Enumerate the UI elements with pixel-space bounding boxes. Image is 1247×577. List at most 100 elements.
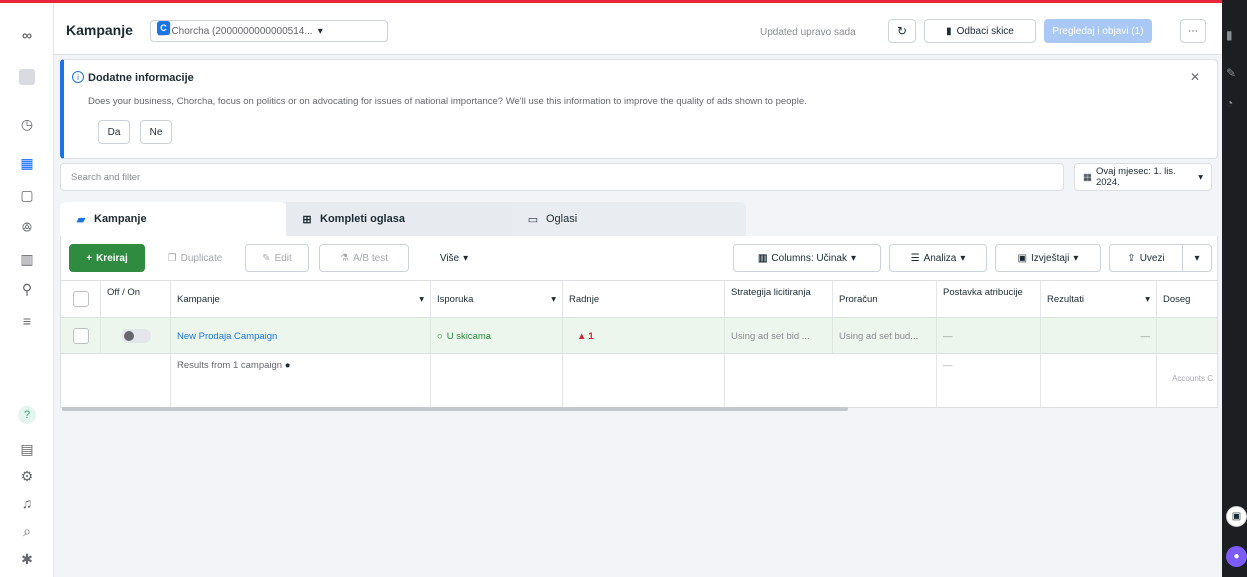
- chevron-down-icon: ▾: [851, 252, 857, 264]
- duplicate-label: Duplicate: [180, 252, 223, 264]
- search-placeholder: Search and filter: [71, 171, 141, 183]
- pages-icon[interactable]: ▢: [17, 185, 37, 205]
- sort-icon: ▾: [1145, 293, 1150, 305]
- header-reach[interactable]: Doseg: [1157, 281, 1217, 318]
- export-button[interactable]: ⇪ Uvezi: [1109, 244, 1183, 272]
- clock-icon[interactable]: ◔: [1226, 96, 1233, 110]
- reports-dropdown[interactable]: ▣ Izvještaji ▾: [995, 244, 1101, 272]
- summary-bid-budget-cell: [725, 354, 937, 407]
- folder-icon: ▰: [76, 213, 86, 226]
- main-content: Kampanje C ▤ Chorcha (2000000000000514..…: [54, 3, 1222, 577]
- summary-delivery-cell: [431, 354, 563, 407]
- more-options-button[interactable]: ⋯: [1180, 19, 1206, 43]
- refresh-icon: ↻: [896, 24, 908, 38]
- info-icon[interactable]: ●: [285, 360, 291, 371]
- results-cell: —: [1041, 318, 1157, 354]
- chat-icon[interactable]: ▣: [1226, 506, 1247, 527]
- chevron-down-icon: ▾: [1194, 252, 1200, 264]
- header-delivery[interactable]: Isporuka ▾: [431, 281, 563, 318]
- audiences-icon[interactable]: ꔮ: [17, 217, 37, 237]
- reach-cell: [1157, 318, 1217, 354]
- events-icon[interactable]: ⚲: [17, 279, 37, 299]
- search-filter-input[interactable]: Search and filter: [60, 163, 1064, 191]
- actions-cell[interactable]: ▲ 1: [563, 318, 725, 354]
- account-badge: C: [157, 21, 171, 35]
- refresh-button[interactable]: ↻: [888, 19, 916, 43]
- horizontal-scrollbar[interactable]: [62, 407, 848, 411]
- sort-icon: ▾: [551, 293, 556, 305]
- export-icon: ⇪: [1127, 252, 1136, 264]
- header-attribution[interactable]: Postavka atribucije: [937, 281, 1041, 318]
- export-options-button[interactable]: ▾: [1182, 244, 1212, 272]
- columns-label: Columns: Učinak: [771, 252, 847, 264]
- menu-icon[interactable]: ≡: [17, 311, 37, 331]
- row-checkbox[interactable]: [72, 328, 89, 344]
- plus-icon: +: [86, 252, 93, 264]
- news-icon[interactable]: ▤: [17, 439, 37, 459]
- chart-icon[interactable]: ▮: [1226, 28, 1233, 42]
- header-onoff[interactable]: Off / On: [101, 281, 171, 318]
- campaign-name-link[interactable]: New Prodaja Campaign: [171, 318, 431, 354]
- header-results[interactable]: Rezultati ▾: [1041, 281, 1157, 318]
- trash-icon: ▮: [946, 25, 952, 37]
- close-icon[interactable]: ✕: [1190, 70, 1200, 84]
- analyze-icon: ☰: [910, 252, 920, 264]
- header-budget[interactable]: Proračun: [833, 281, 937, 318]
- banner-text: Does your business, Chorcha, focus on po…: [88, 96, 807, 107]
- more-label: Više: [439, 252, 460, 264]
- analyze-dropdown[interactable]: ☰ Analiza ▾: [889, 244, 987, 272]
- campaign-toggle[interactable]: [120, 329, 151, 343]
- campaigns-table-icon[interactable]: ▦: [17, 153, 37, 173]
- discard-drafts-button[interactable]: ▮ Odbaci skice: [924, 19, 1036, 43]
- edit-pencil-icon[interactable]: ✎: [1226, 66, 1236, 80]
- business-icon[interactable]: ▥: [17, 249, 37, 269]
- reports-icon: ▣: [1017, 252, 1028, 264]
- tab-ad-sets[interactable]: ⊞ Kompleti oglasa: [286, 202, 512, 236]
- dashboard-icon[interactable]: ◷: [17, 114, 37, 134]
- create-button[interactable]: + Kreiraj: [69, 244, 145, 272]
- more-dropdown[interactable]: Više ▾: [419, 244, 489, 272]
- ab-test-button[interactable]: ⚗ A/B test: [319, 244, 409, 272]
- settings-gear-icon[interactable]: ⚙: [17, 466, 37, 486]
- yes-button[interactable]: Da: [98, 120, 130, 144]
- bug-report-icon[interactable]: ✱: [17, 549, 37, 569]
- account-selector[interactable]: C ▤ Chorcha (2000000000000514... ▾: [150, 20, 388, 42]
- edit-button[interactable]: ✎ Edit: [245, 244, 309, 272]
- banner-title: Dodatne informacije: [88, 72, 194, 84]
- more-icon: ⋯: [1188, 25, 1198, 37]
- summary-attribution-cell: —: [937, 354, 1041, 407]
- pencil-icon: ✎: [262, 252, 271, 264]
- tab-ads[interactable]: ▭ Oglasi: [512, 202, 746, 236]
- page-header: Kampanje C ▤ Chorcha (2000000000000514..…: [54, 3, 1222, 55]
- campaigns-table: Off / On Kampanje ▾ Isporuka ▾ Radnje St…: [60, 280, 1218, 408]
- assistant-icon[interactable]: ●: [1226, 546, 1247, 567]
- header-bid-strategy[interactable]: Strategija licitiranja: [725, 281, 833, 318]
- summary-results-cell: [1041, 354, 1157, 407]
- summary-reach-cell: Accounts C: [1172, 374, 1213, 383]
- account-avatar[interactable]: [17, 67, 37, 87]
- header-campaign[interactable]: Kampanje ▾: [171, 281, 431, 318]
- tab-campaigns-label: Kampanje: [94, 213, 147, 225]
- create-label: Kreiraj: [96, 252, 128, 264]
- no-button[interactable]: Ne: [140, 120, 172, 144]
- columns-dropdown[interactable]: ▥ Columns: Učinak ▾: [733, 244, 881, 272]
- right-side-panel: ▮ ✎ ◔: [1222, 0, 1247, 577]
- chevron-down-icon: ▾: [960, 252, 966, 264]
- tab-ad-sets-label: Kompleti oglasa: [320, 213, 405, 225]
- updated-status: Updated upravo sada: [760, 27, 856, 38]
- select-all-checkbox[interactable]: [72, 291, 89, 307]
- help-icon[interactable]: ?: [17, 405, 37, 425]
- tab-campaigns[interactable]: ▰ Kampanje: [60, 202, 286, 236]
- header-actions[interactable]: Radnje: [563, 281, 725, 318]
- export-label: Uvezi: [1139, 252, 1165, 264]
- duplicate-button[interactable]: ❐ Duplicate: [153, 244, 237, 272]
- summary-row: Results from 1 campaign ● — Accounts C: [61, 354, 1217, 407]
- notifications-bell-icon[interactable]: ♫: [17, 493, 37, 513]
- chevron-down-icon: ▾: [1198, 171, 1203, 183]
- table-row[interactable]: New Prodaja Campaign ○ U skicama ▲ 1 Usi…: [61, 318, 1217, 354]
- review-publish-button[interactable]: Pregledaj i objavi (1): [1044, 19, 1152, 43]
- header-campaign-label: Kampanje: [177, 293, 220, 305]
- meta-logo-icon[interactable]: ∞: [17, 25, 37, 45]
- search-icon[interactable]: ⌕: [17, 521, 37, 541]
- date-range-selector[interactable]: ▦ Ovaj mjesec: 1. lis. 2024. ▾: [1074, 163, 1212, 191]
